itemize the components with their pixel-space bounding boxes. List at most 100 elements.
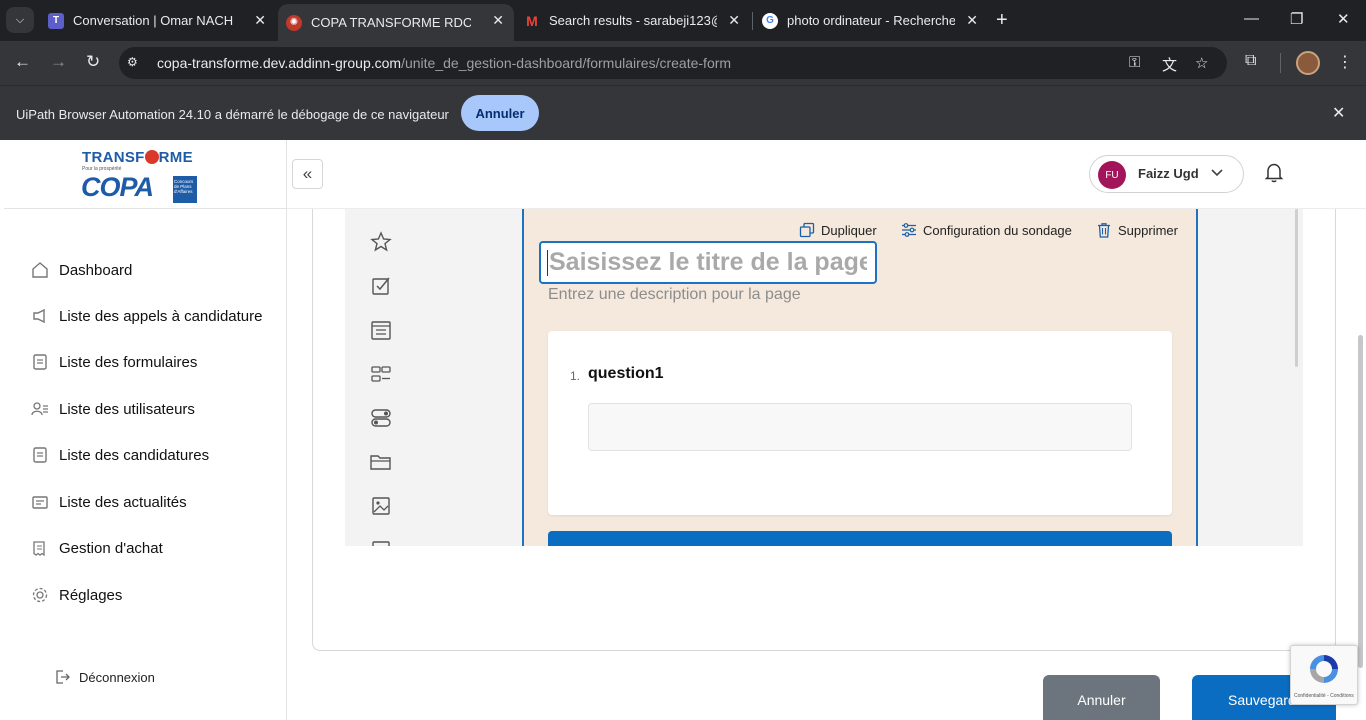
home-icon: [31, 261, 49, 279]
password-key-icon[interactable]: ⚿: [1129, 54, 1140, 71]
chrome-menu-icon[interactable]: ⋮: [1337, 52, 1353, 72]
toggle-icon[interactable]: [369, 406, 393, 430]
browser-tab-bar: ⌵ T Conversation | Omar NACHMI ( ✕ ✺ COP…: [0, 0, 1366, 41]
sidebar-item-label: Réglages: [59, 586, 123, 604]
document-icon: [31, 446, 49, 464]
sidebar-item-dashboard[interactable]: Dashboard: [31, 258, 132, 282]
infobar-cancel-button[interactable]: Annuler: [461, 95, 539, 131]
bookmark-star-icon[interactable]: ☆: [1195, 54, 1208, 72]
window-close-icon[interactable]: ✕: [1337, 10, 1350, 28]
sidebar-divider: [4, 208, 286, 209]
collapse-sidebar-button[interactable]: «: [292, 159, 323, 189]
question-answer-input[interactable]: [588, 403, 1132, 451]
sidebar-item-actualites[interactable]: Liste des actualités: [31, 490, 187, 514]
sidebar-item-achat[interactable]: Gestion d'achat: [31, 536, 163, 560]
user-menu[interactable]: FU Faizz Ugd: [1089, 155, 1244, 193]
close-tab-icon[interactable]: ✕: [254, 12, 266, 29]
tab-title: Conversation | Omar NACHMI (: [73, 13, 233, 28]
sidebar-item-formulaires[interactable]: Liste des formulaires: [31, 350, 197, 374]
browser-tab-teams[interactable]: T Conversation | Omar NACHMI ( ✕: [44, 0, 276, 41]
sidebar-item-reglages[interactable]: Réglages: [31, 583, 122, 607]
comment-box-icon[interactable]: [369, 318, 393, 342]
minimize-icon[interactable]: —: [1244, 10, 1259, 27]
copa-icon: ✺: [286, 14, 302, 31]
logo-line2: COPA: [81, 172, 154, 202]
duplicate-icon: [799, 222, 815, 238]
infobar-message: UiPath Browser Automation 24.10 a démarr…: [16, 107, 449, 122]
maximize-icon[interactable]: ❐: [1290, 10, 1303, 28]
close-tab-icon[interactable]: ✕: [492, 12, 504, 29]
survey-config-label: Configuration du sondage: [923, 222, 1072, 238]
checkbox-icon[interactable]: [369, 274, 393, 298]
sidebar-item-candidatures[interactable]: Liste des candidatures: [31, 443, 209, 467]
sidebar-item-utilisateurs[interactable]: Liste des utilisateurs: [31, 397, 195, 421]
debug-infobar: UiPath Browser Automation 24.10 a démarr…: [0, 85, 1366, 140]
profile-avatar[interactable]: [1296, 51, 1320, 75]
tab-search-button[interactable]: ⌵: [6, 7, 34, 33]
chevron-down-icon: [1210, 165, 1224, 182]
multiple-text-icon[interactable]: [369, 362, 393, 386]
close-tab-icon[interactable]: ✕: [728, 12, 740, 29]
recaptcha-icon: [1307, 652, 1341, 686]
sidebar-item-appels[interactable]: Liste des appels à candidature: [31, 304, 262, 328]
add-question-button[interactable]: [548, 531, 1172, 546]
sidebar-item-label: Liste des formulaires: [59, 353, 198, 371]
question-title[interactable]: question1: [588, 365, 664, 383]
user-name: Faizz Ugd: [1138, 166, 1199, 181]
toolbar-separator: [1280, 53, 1281, 73]
url-text: copa-transforme.dev.addinn-group.com/uni…: [157, 55, 732, 71]
new-tab-icon[interactable]: +: [996, 9, 1008, 32]
copa-logo[interactable]: TRANSF RME Pour la prospérité COPA Concou…: [80, 148, 200, 203]
page-scrollbar[interactable]: [1358, 335, 1363, 668]
browser-tab-google[interactable]: G photo ordinateur - Recherche G ✕: [762, 0, 988, 41]
sidebar-item-label: Dashboard: [59, 261, 133, 279]
tab-separator: [752, 12, 753, 30]
duplicate-button[interactable]: Dupliquer: [799, 222, 877, 238]
recaptcha-badge[interactable]: Confidentialité - Conditions: [1290, 645, 1358, 705]
rating-star-icon[interactable]: [369, 230, 393, 254]
folder-icon[interactable]: [369, 450, 393, 474]
notification-bell-icon[interactable]: [1262, 160, 1286, 184]
delete-button[interactable]: Supprimer: [1096, 222, 1178, 238]
forward-icon[interactable]: →: [50, 52, 67, 72]
gear-icon: [31, 586, 49, 604]
extensions-icon[interactable]: ⧉: [1245, 52, 1256, 70]
address-bar[interactable]: ⚙ copa-transforme.dev.addinn-group.com/u…: [119, 47, 1227, 79]
sidebar-item-label: Gestion d'achat: [59, 539, 163, 557]
sidebar-item-label: Liste des utilisateurs: [59, 400, 195, 418]
recaptcha-links[interactable]: Confidentialité - Conditions: [1294, 693, 1354, 699]
infobar-close-icon[interactable]: ✕: [1332, 103, 1345, 123]
tab-title: COPA TRANSFORME RDC: [311, 15, 471, 30]
megaphone-icon: [31, 307, 49, 325]
page-description-input[interactable]: Entrez une description pour la page: [548, 286, 801, 304]
sidebar-item-label: Liste des candidatures: [59, 446, 210, 464]
translate-icon[interactable]: 文: [1162, 54, 1177, 75]
avatar: FU: [1098, 161, 1126, 189]
sidebar: TRANSF RME Pour la prospérité COPA Concou…: [0, 140, 287, 720]
gmail-icon: M: [526, 12, 538, 29]
panel-icon[interactable]: [369, 538, 393, 546]
page-title-input[interactable]: [539, 241, 877, 284]
google-icon: G: [762, 12, 778, 29]
reload-icon[interactable]: ↻: [86, 52, 100, 72]
back-icon[interactable]: ←: [14, 52, 31, 72]
cancel-button[interactable]: Annuler: [1043, 675, 1160, 720]
site-info-icon[interactable]: ⚙: [127, 55, 145, 71]
sidebar-item-label: Liste des actualités: [59, 493, 187, 511]
image-icon[interactable]: [369, 494, 393, 518]
news-icon: [31, 493, 49, 511]
logout-button[interactable]: Déconnexion: [54, 669, 155, 685]
teams-icon: T: [48, 12, 64, 29]
survey-config-button[interactable]: Configuration du sondage: [901, 222, 1072, 238]
logout-label: Déconnexion: [79, 669, 155, 685]
delete-label: Supprimer: [1118, 222, 1178, 238]
browser-toolbar: ← → ↻ ⚙ copa-transforme.dev.addinn-group…: [0, 41, 1366, 85]
logo-line1: TRANSF RME: [82, 149, 193, 166]
settings-sliders-icon: [901, 222, 917, 238]
editor-scrollbar[interactable]: [1295, 209, 1298, 367]
browser-tab-copa[interactable]: ✺ COPA TRANSFORME RDC ✕: [278, 4, 514, 41]
trash-icon: [1096, 222, 1112, 238]
close-tab-icon[interactable]: ✕: [966, 12, 978, 29]
browser-tab-gmail[interactable]: M Search results - sarabeji123@g ✕: [524, 0, 750, 41]
sidebar-item-label: Liste des appels à candidature: [59, 307, 263, 325]
